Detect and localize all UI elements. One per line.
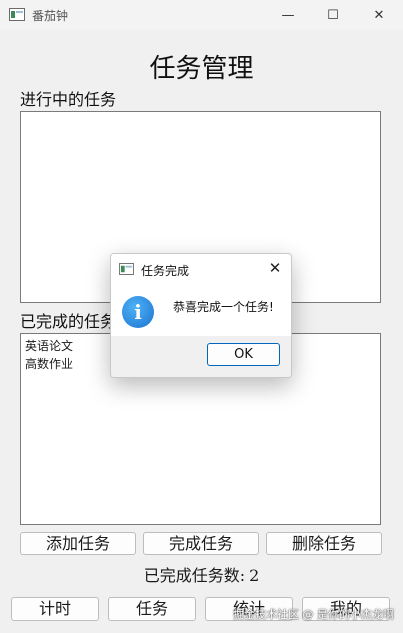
minimize-button[interactable]: —: [265, 0, 311, 30]
add-task-button[interactable]: 添加任务: [20, 532, 136, 555]
window-title: 番茄钟: [32, 9, 69, 23]
dialog-footer: OK: [111, 336, 291, 377]
completed-label: 已完成的任务: [20, 312, 117, 331]
dialog-message: 恭喜完成一个任务!: [173, 300, 274, 314]
delete-task-button[interactable]: 删除任务: [266, 532, 382, 555]
in-progress-label: 进行中的任务: [20, 90, 117, 109]
completed-count-row: 已完成任务数: 2: [0, 562, 403, 586]
dialog-close-button[interactable]: ✕: [265, 258, 285, 278]
dialog-title-bar: 任务完成 ✕: [111, 254, 291, 284]
nav-timer-button[interactable]: 计时: [11, 597, 99, 621]
task-complete-dialog: 任务完成 ✕ i 恭喜完成一个任务! OK: [110, 253, 292, 378]
dialog-body: i 恭喜完成一个任务!: [111, 284, 291, 336]
maximize-button[interactable]: ☐: [310, 0, 356, 30]
complete-task-button[interactable]: 完成任务: [143, 532, 259, 555]
watermark: 掘金技术社区 @ 是你的小杰龙啊: [233, 608, 394, 621]
app-icon: [119, 263, 134, 275]
info-icon: i: [122, 296, 154, 328]
close-button[interactable]: ✕: [356, 0, 402, 30]
dialog-title: 任务完成: [141, 264, 190, 278]
completed-count-value: 2: [249, 566, 260, 585]
ok-button[interactable]: OK: [207, 343, 280, 366]
app-icon: [9, 8, 25, 21]
title-bar: 番茄钟 — ☐ ✕: [0, 0, 403, 30]
page-title: 任务管理: [149, 54, 254, 84]
completed-count-label: 已完成任务数:: [143, 566, 246, 585]
nav-tasks-button[interactable]: 任务: [108, 597, 196, 621]
